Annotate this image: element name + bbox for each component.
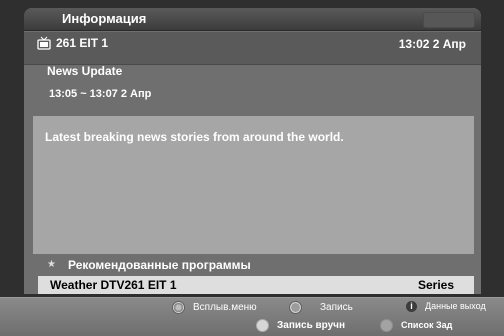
brand-logo [423,12,475,28]
program-time-range: 13:05 ~ 13:07 2 Апр [49,88,152,100]
info-exit-button[interactable]: i Данные выход [406,301,486,312]
info-icon: i [406,301,417,312]
button-legend-bar: Всплыв.меню Запись i Данные выход Запись … [0,297,504,336]
recommended-heading-row: ★ Рекомендованные программы [24,256,481,274]
title-bar: Информация [24,8,481,31]
schedule-list-icon [380,319,393,332]
channel-number: 261 EIT 1 [56,36,109,50]
record-button[interactable]: Запись [289,301,353,314]
channel-row: 261 EIT 1 13:02 2 Апр [24,32,481,65]
recommended-item[interactable]: Weather DTV261 EIT 1 Series [38,276,474,294]
schedule-list-button[interactable]: Список Зад [380,319,452,332]
popup-menu-button[interactable]: Всплыв.меню [172,301,257,314]
record-button-icon [289,301,302,314]
program-description: Latest breaking news stories from around… [45,130,344,144]
info-exit-label: Данные выход [425,301,486,312]
program-description-box: Latest breaking news stories from around… [33,116,474,254]
schedule-list-label: Список Зад [401,320,453,331]
tools-button-icon [172,301,185,314]
panel-title: Информация [62,11,147,26]
record-label: Запись [320,302,353,314]
recommended-item-name: Weather DTV261 EIT 1 [50,278,177,292]
manual-record-icon [256,319,269,332]
star-icon: ★ [47,259,56,270]
tv-icon [37,36,51,50]
recommended-heading: Рекомендованные программы [68,258,251,272]
manual-record-label: Запись вручн [277,320,346,332]
program-title: News Update [47,64,123,78]
info-panel: Информация 261 EIT 1 13:02 2 Апр News Up… [24,8,481,294]
current-datetime: 13:02 2 Апр [398,37,466,51]
manual-record-button[interactable]: Запись вручн [256,319,345,332]
popup-menu-label: Всплыв.меню [193,302,257,314]
recommended-item-tag: Series [418,278,455,292]
